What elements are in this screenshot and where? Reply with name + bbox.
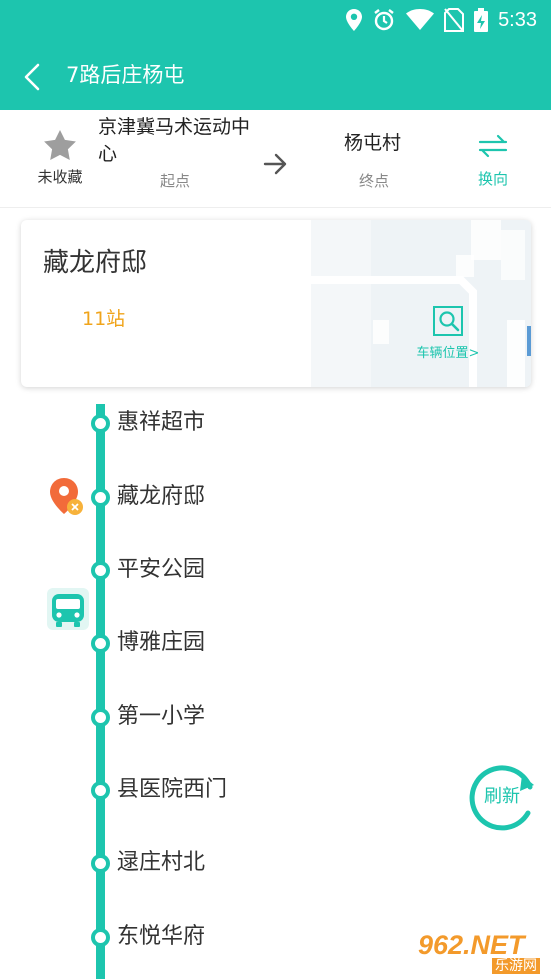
stop-item[interactable]: 惠祥超市 — [91, 403, 391, 443]
stop-dot — [91, 488, 110, 507]
swap-icon — [478, 134, 508, 158]
arrow-right-icon — [263, 153, 287, 175]
refresh-label: 刷新 — [484, 786, 520, 807]
stop-name: 第一小学 — [117, 704, 206, 729]
stop-name: 惠祥超市 — [117, 410, 206, 435]
destination-station: 杨屯村 — [344, 132, 402, 154]
stop-item[interactable]: 东悦华府 — [91, 917, 391, 957]
stop-name: 博雅庄园 — [117, 630, 206, 655]
stop-count: 11站 — [82, 308, 126, 330]
watermark: 962.NET 乐游网 — [418, 930, 548, 976]
route-header: 未收藏 京津冀马术运动中心 起点 杨屯村 终点 换向 — [0, 110, 551, 208]
stop-dot — [91, 928, 110, 947]
stop-dot — [91, 561, 110, 580]
current-station-name: 藏龙府邸 — [43, 248, 148, 278]
swap-label: 换向 — [477, 170, 508, 188]
status-time: 5:33 — [498, 8, 537, 31]
back-icon[interactable] — [18, 62, 48, 92]
star-icon — [44, 130, 76, 160]
stop-name: 县医院西门 — [117, 777, 228, 802]
current-station-card[interactable]: 藏龙府邸 11站 车辆位置> — [21, 220, 531, 387]
stop-name: 平安公园 — [117, 557, 206, 582]
origin-label: 起点 — [160, 172, 191, 190]
no-sim-icon — [444, 8, 465, 32]
watermark-brand: 962.NET — [418, 930, 525, 960]
stop-dot — [91, 634, 110, 653]
stop-dot — [91, 854, 110, 873]
status-icons: 5:33 — [346, 6, 537, 34]
destination-label: 终点 — [359, 172, 390, 190]
stop-item[interactable]: 县医院西门 — [91, 770, 391, 810]
vehicle-position-label: 车辆位置> — [416, 346, 480, 361]
page-title: 7路后庄杨屯 — [66, 63, 185, 87]
alarm-icon — [374, 9, 394, 31]
watermark-tagline: 乐游网 — [492, 958, 540, 974]
location-pin-icon — [50, 478, 83, 515]
stop-name: 逯庄村北 — [117, 850, 206, 875]
stop-name: 东悦华府 — [117, 924, 206, 949]
stop-dot — [91, 414, 110, 433]
stop-item[interactable]: 逯庄村北 — [91, 843, 391, 883]
stop-item[interactable]: 平安公园 — [91, 550, 391, 590]
vehicle-position-button[interactable]: 车辆位置> — [407, 306, 489, 362]
wifi-icon — [406, 9, 435, 30]
stop-item[interactable]: 第一小学 — [91, 697, 391, 737]
favorite-label: 未收藏 — [37, 168, 83, 186]
refresh-button[interactable]: 刷新 — [462, 757, 542, 837]
bus-icon — [47, 588, 89, 630]
favorite-button[interactable]: 未收藏 — [28, 130, 92, 200]
search-map-icon — [433, 306, 463, 336]
stop-name: 藏龙府邸 — [117, 484, 206, 509]
app-bar: 7路后庄杨屯 — [0, 40, 551, 110]
stop-dot — [91, 781, 110, 800]
status-bar: 5:33 — [0, 0, 551, 40]
location-icon — [346, 9, 363, 31]
stop-item[interactable]: 藏龙府邸 — [91, 477, 391, 517]
origin-station: 京津冀马术运动中心 — [98, 116, 251, 165]
stop-item[interactable]: 博雅庄园 — [91, 623, 391, 663]
stop-dot — [91, 708, 110, 727]
battery-charging-icon — [474, 8, 489, 32]
swap-direction-button[interactable]: 换向 — [470, 134, 516, 194]
